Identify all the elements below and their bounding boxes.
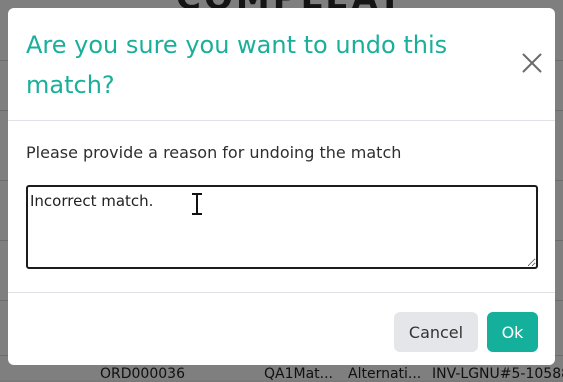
cancel-button[interactable]: Cancel [394, 312, 478, 352]
reason-prompt: Please provide a reason for undoing the … [26, 143, 402, 162]
reason-textarea[interactable]: Incorrect match. [26, 185, 538, 269]
dialog-body: Please provide a reason for undoing the … [8, 121, 555, 293]
ok-button[interactable]: Ok [487, 312, 538, 352]
dialog-footer: Cancel Ok [8, 293, 555, 365]
undo-match-dialog: Are you sure you want to undo this match… [8, 8, 555, 365]
close-icon[interactable] [521, 52, 543, 74]
text-cursor-icon [192, 193, 202, 215]
dialog-header: Are you sure you want to undo this match… [8, 8, 555, 121]
dialog-title: Are you sure you want to undo this match… [26, 31, 448, 99]
